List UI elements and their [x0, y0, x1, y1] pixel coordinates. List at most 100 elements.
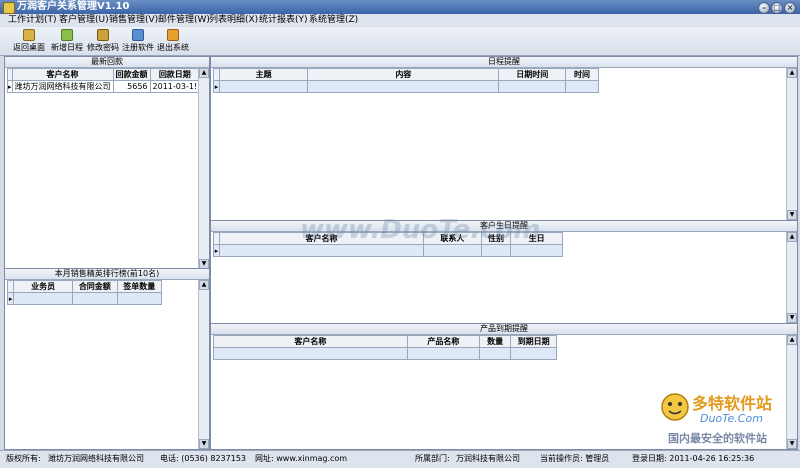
menu-list-detail[interactable]: 列表明细(X) — [209, 14, 258, 27]
exit-label: 退出系统 — [157, 43, 189, 52]
brand-name: 多特软件站 — [692, 394, 773, 413]
column-content[interactable]: 内容 — [307, 68, 500, 81]
latest-payments-caption: 最新回款 — [5, 57, 209, 68]
status-bar: 版权所有: 潍坊万润网络科技有限公司 电话: (0536) 8237153 网址… — [0, 450, 800, 468]
column-payment-amount[interactable]: 回款金额 — [112, 68, 151, 81]
watermark-logo: 多特软件站 DuoTe.Com 国内最安全的软件站 — [660, 390, 790, 445]
scroll-down-arrow[interactable]: ▼ — [787, 313, 797, 323]
menu-mail[interactable]: 邮件管理(W) — [158, 14, 210, 27]
product-expiry-caption: 产品到期提醒 — [211, 324, 797, 335]
schedule-table: 主题 内容 日期时间 时间 ▸ — [213, 68, 599, 93]
cell-empty[interactable] — [406, 347, 480, 360]
table-row[interactable] — [213, 347, 557, 360]
home-label: 返回桌面 — [13, 43, 45, 52]
change-password-button[interactable]: 修改密码 — [86, 29, 120, 53]
table-row[interactable]: ▸ — [212, 244, 563, 257]
copyright-value: 潍坊万润网络科技有限公司 — [48, 454, 144, 463]
column-contract-amount[interactable]: 合同金额 — [72, 280, 118, 293]
scroll-down-arrow[interactable]: ▼ — [199, 439, 209, 449]
register-button[interactable]: 注册软件 — [121, 29, 155, 53]
column-datetime[interactable]: 日期时间 — [498, 68, 567, 81]
website: 网址: www.xinmag.com — [255, 454, 348, 463]
cell-empty[interactable] — [307, 80, 500, 93]
column-time[interactable]: 时间 — [565, 68, 599, 81]
table-header: 客户名称 回款金额 回款日期 — [7, 68, 201, 81]
column-salesperson[interactable]: 业务员 — [13, 280, 74, 293]
cell-empty[interactable] — [480, 244, 512, 257]
cell-customer-name[interactable]: 潍坊万润网络科技有限公司 — [11, 80, 114, 93]
cell-empty[interactable] — [213, 347, 408, 360]
home-icon — [23, 29, 35, 41]
register-icon — [132, 29, 144, 41]
sales-ranking-table: 业务员 合同金额 签单数量 ▸ — [6, 280, 163, 305]
sales-ranking-caption: 本月销售精英排行榜(前10名) — [5, 269, 209, 280]
add-schedule-label: 新增日程 — [51, 43, 83, 52]
menu-customer[interactable]: 客户管理(U) — [59, 14, 109, 27]
menu-sales[interactable]: 销售管理(V) — [109, 14, 158, 27]
close-button[interactable]: × — [784, 2, 796, 14]
app-icon — [3, 2, 15, 14]
column-quantity[interactable]: 数量 — [478, 335, 512, 348]
menu-reports[interactable]: 统计报表(Y) — [259, 14, 308, 27]
watermark-center: www.DuoTe.com — [300, 215, 541, 245]
title-bar: 万润客户关系管理V1.10 – □ × — [0, 0, 800, 14]
login-date: 登录日期: 2011-04-26 16:25:36 — [632, 454, 755, 463]
menu-system[interactable]: 系统管理(Z) — [309, 14, 358, 27]
cell-empty[interactable] — [422, 244, 482, 257]
cell-empty[interactable] — [510, 347, 557, 360]
cell-payment-amount[interactable]: 5656 — [112, 80, 151, 93]
current-operator: 当前操作员: 管理员 — [540, 454, 610, 463]
table-header: 业务员 合同金额 签单数量 — [6, 280, 163, 293]
scroll-up-arrow[interactable]: ▲ — [787, 68, 797, 78]
key-icon — [97, 29, 109, 41]
cell-empty[interactable] — [13, 292, 74, 305]
cell-empty[interactable] — [498, 80, 567, 93]
minimize-button[interactable]: – — [758, 2, 770, 14]
home-button[interactable]: 返回桌面 — [12, 29, 46, 53]
toolbar: 返回桌面 新增日程 修改密码 注册软件 退出系统 — [0, 27, 800, 56]
brand-slogan: 国内最安全的软件站 — [668, 432, 767, 445]
vertical-scrollbar[interactable]: ▲ ▼ — [198, 68, 209, 269]
scroll-up-arrow[interactable]: ▲ — [199, 68, 209, 78]
vertical-scrollbar[interactable]: ▲ ▼ — [786, 68, 797, 220]
scroll-up-arrow[interactable]: ▲ — [199, 280, 209, 290]
add-schedule-button[interactable]: 新增日程 — [50, 29, 84, 53]
vertical-scrollbar[interactable]: ▲ ▼ — [198, 280, 209, 449]
vertical-scrollbar[interactable]: ▲ ▼ — [786, 232, 797, 323]
department-label: 所属部门: — [415, 454, 450, 463]
latest-payments-panel: 最新回款 客户名称 回款金额 回款日期 ▸ 潍坊万润网络科技有限公司 5656 … — [4, 56, 210, 270]
maximize-button[interactable]: □ — [771, 2, 783, 14]
column-payment-date[interactable]: 回款日期 — [149, 68, 201, 81]
scroll-down-arrow[interactable]: ▼ — [787, 210, 797, 220]
table-header: 客户名称 产品名称 数量 到期日期 — [213, 335, 557, 348]
table-row[interactable]: ▸ 潍坊万润网络科技有限公司 5656 2011-03-1! — [7, 80, 201, 93]
product-expiry-table: 客户名称 产品名称 数量 到期日期 — [213, 335, 557, 360]
brand-url: DuoTe.Com — [700, 412, 763, 425]
scroll-up-arrow[interactable]: ▲ — [787, 335, 797, 345]
cell-empty[interactable] — [218, 80, 309, 93]
cell-empty[interactable] — [116, 292, 163, 305]
table-row[interactable]: ▸ — [6, 292, 163, 305]
cell-empty[interactable] — [72, 292, 118, 305]
column-expiry-date[interactable]: 到期日期 — [510, 335, 557, 348]
sales-ranking-panel: 本月销售精英排行榜(前10名) 业务员 合同金额 签单数量 ▸ ▲ ▼ — [4, 268, 210, 450]
cell-empty[interactable] — [478, 347, 512, 360]
cell-empty[interactable] — [219, 244, 424, 257]
column-order-count[interactable]: 签单数量 — [116, 280, 163, 293]
exit-button[interactable]: 退出系统 — [156, 29, 190, 53]
cell-empty[interactable] — [510, 244, 563, 257]
menu-work-plan[interactable]: 工作计划(T) — [8, 14, 57, 27]
column-subject[interactable]: 主题 — [218, 68, 309, 81]
phone: 电话: (0536) 8237153 — [160, 454, 247, 463]
column-customer-name[interactable]: 客户名称 — [213, 335, 408, 348]
scroll-up-arrow[interactable]: ▲ — [787, 232, 797, 242]
table-row[interactable]: ▸ — [213, 80, 599, 93]
column-product-name[interactable]: 产品名称 — [406, 335, 480, 348]
column-customer-name[interactable]: 客户名称 — [11, 68, 114, 81]
window-title: 万润客户关系管理V1.10 — [17, 1, 130, 12]
cell-payment-date[interactable]: 2011-03-1! — [149, 80, 201, 93]
change-password-label: 修改密码 — [87, 43, 119, 52]
department-value: 万润科技有限公司 — [456, 454, 520, 463]
cell-empty[interactable] — [565, 80, 599, 93]
exit-icon — [167, 29, 179, 41]
